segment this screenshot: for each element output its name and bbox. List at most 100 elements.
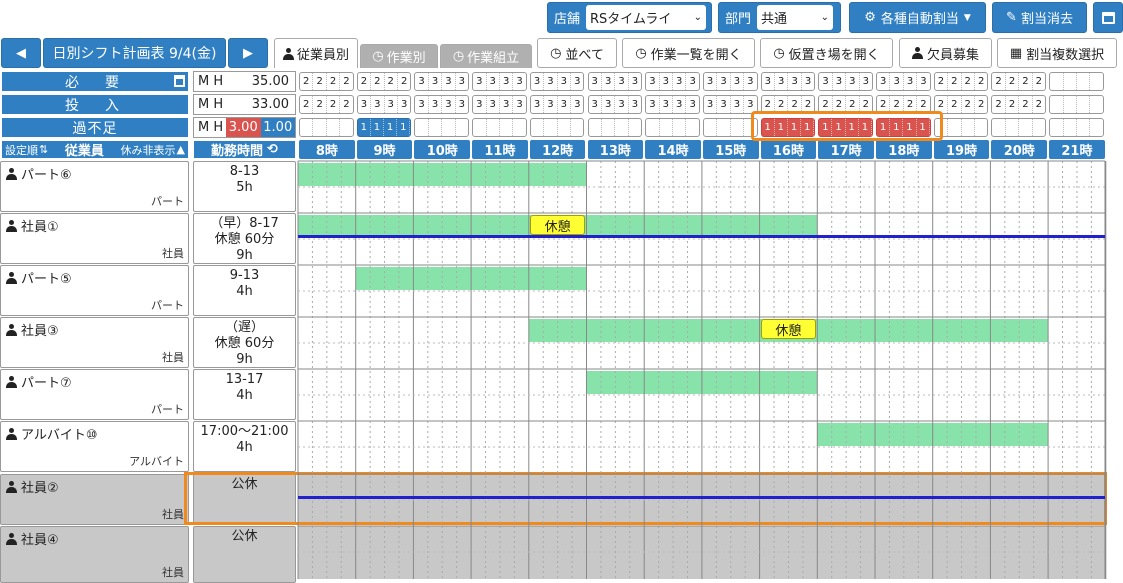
summary-cell-value: 3 <box>544 73 558 90</box>
break-block[interactable]: 休憩 <box>760 319 817 339</box>
shift-bar[interactable] <box>355 266 587 291</box>
dept-select[interactable]: 共通 ⌄ <box>757 5 834 30</box>
open-temp-storage-button[interactable]: ◷ 仮置き場を開く <box>760 38 893 68</box>
summary-cell-value: 1 <box>384 119 398 136</box>
summary-cell-value: 2 <box>300 73 314 90</box>
dept-selector[interactable]: 部門 共通 ⌄ <box>718 2 841 33</box>
shift-hours-cell[interactable]: 9-13 4h <box>193 265 296 316</box>
summary-cell-value <box>1050 119 1064 136</box>
employee-name-text: 社員③ <box>21 324 59 339</box>
prev-day-button[interactable]: ◀ <box>1 38 41 68</box>
shift-hours-cell[interactable]: （遅） 休憩 60分 9h <box>193 317 296 368</box>
summary-cell: 3333 <box>472 95 527 114</box>
summary-cell-value: 2 <box>327 73 341 90</box>
summary-cell-value: 3 <box>631 99 639 110</box>
employee-type: 社員 <box>162 351 184 364</box>
hours-header[interactable]: 勤務時間 ⟲ <box>193 140 296 159</box>
store-select[interactable]: RSタイムライ ⌄ <box>586 5 707 30</box>
refresh-icon: ⟲ <box>267 142 278 157</box>
employee-cell[interactable]: パート⑥ パート <box>0 161 189 212</box>
chevron-down-icon: ⌄ <box>820 12 830 23</box>
summary-cell-value: 2 <box>358 73 372 90</box>
input-label: 投 入 <box>1 94 189 115</box>
employee-cell[interactable]: 社員② 社員 <box>0 474 189 525</box>
shift-bar[interactable] <box>586 370 818 395</box>
shift-hours-cell[interactable]: （早）8-17 休憩 60分 9h <box>193 213 296 264</box>
shift-bar[interactable] <box>817 422 1049 447</box>
shift-hours-cell[interactable]: 17:00～21:00 4h <box>193 421 296 472</box>
shift-hours-cell[interactable]: 13-17 4h <box>193 369 296 420</box>
vacancy-recruit-button[interactable]: 欠員募集 <box>899 38 992 68</box>
summary-cell-value: 3 <box>531 73 545 90</box>
shift-bar[interactable] <box>298 162 587 187</box>
summary-cell-value <box>1090 119 1102 136</box>
hour-header: 12時 <box>529 140 586 159</box>
summary-cell-value: 3 <box>689 99 696 110</box>
required-mh: M H 35.00 <box>193 71 296 92</box>
break-block[interactable]: 休憩 <box>529 215 586 235</box>
summary-cell-value <box>300 119 314 136</box>
auto-assign-button[interactable]: ⚙ 各種自動割当 ▼ <box>849 2 986 33</box>
summary-cell-value: 3 <box>415 73 429 90</box>
tab-task-assembly[interactable]: ◷ 作業組立 <box>440 44 532 68</box>
summary-cell-value: 3 <box>673 96 687 113</box>
employee-cell[interactable]: パート⑦ パート <box>0 369 189 420</box>
diff-negative: 3.00 <box>226 118 261 137</box>
tab-by-task[interactable]: ◷ 作業別 <box>360 44 438 68</box>
employee-name: アルバイト⑩ <box>6 424 98 443</box>
summary-cell-value: 3 <box>458 76 466 87</box>
hide-off-toggle[interactable]: 休み非表示 ▲ <box>121 142 185 158</box>
hour-header: 15時 <box>702 140 759 159</box>
summary-cell-value: 3 <box>819 73 833 90</box>
summary-cell-value: 2 <box>1019 96 1033 113</box>
next-day-button[interactable]: ▶ <box>228 38 268 68</box>
store-selector[interactable]: 店舗 RSタイムライ ⌄ <box>547 2 712 33</box>
shortage-highlight <box>751 111 943 141</box>
summary-cell: 3333 <box>702 95 758 114</box>
summary-cell-value: 3 <box>689 76 696 87</box>
employee-name-text: パート⑦ <box>21 376 72 391</box>
shift-hours-text: 9h <box>236 352 253 367</box>
summary-cell-value <box>962 119 975 136</box>
hour-header: 9時 <box>356 140 413 159</box>
summary-cell-value: 3 <box>846 73 860 90</box>
shift-hours-cell[interactable]: 8-13 5h <box>193 161 296 212</box>
summary-cell-value: 2 <box>1006 96 1020 113</box>
summary-cell-value <box>615 119 629 136</box>
user-icon <box>6 323 17 336</box>
summary-cell <box>299 118 354 137</box>
summary-cell <box>1049 72 1104 91</box>
summary-cell-value: 2 <box>1006 73 1020 90</box>
employee-cell[interactable]: 社員① 社員 <box>0 213 189 264</box>
summary-cell-value: 2 <box>400 76 408 87</box>
clear-assign-button[interactable]: ✎ 割当消去 <box>992 2 1087 33</box>
summary-cell-value <box>1077 73 1091 90</box>
shift-hours-cell[interactable]: 公休 <box>193 526 296 583</box>
employee-cell[interactable]: パート⑤ パート <box>0 265 189 316</box>
summary-cell-value: 3 <box>788 73 802 90</box>
employee-cell[interactable]: 社員④ 社員 <box>0 526 189 583</box>
summary-cell-value <box>1050 96 1064 113</box>
summary-cell-value: 3 <box>544 96 558 113</box>
shift-hours-text: （早）8-17 <box>210 216 279 231</box>
summary-cell-value: 2 <box>385 73 398 90</box>
summary-cell-value: 3 <box>516 76 523 87</box>
summary-cell-value: 2 <box>962 73 975 90</box>
open-task-list-button[interactable]: ◷ 作業一覧を開く <box>622 38 755 68</box>
calendar-button[interactable] <box>1093 2 1123 33</box>
summary-cell-value <box>442 119 456 136</box>
sort-button[interactable]: 設定順 ⇅ <box>5 142 48 158</box>
summary-cell-value: 3 <box>646 96 660 113</box>
employee-name: 社員② <box>6 477 59 496</box>
summary-cell-value: 3 <box>500 96 514 113</box>
employee-name: 社員③ <box>6 320 59 339</box>
multi-select-button[interactable]: ▦ 割当複数選択 <box>997 38 1117 68</box>
tab-by-employee[interactable]: 従業員別 <box>274 38 358 68</box>
employee-cell[interactable]: 社員③ 社員 <box>0 317 189 368</box>
hour-header: 18時 <box>876 140 932 159</box>
summary-cell <box>587 118 643 137</box>
employee-cell[interactable]: アルバイト⑩ アルバイト <box>0 421 189 472</box>
summary-cell: 3333 <box>587 72 643 91</box>
arrange-button[interactable]: ◷ 並べて <box>537 38 617 68</box>
employee-name: パート⑤ <box>6 268 72 287</box>
